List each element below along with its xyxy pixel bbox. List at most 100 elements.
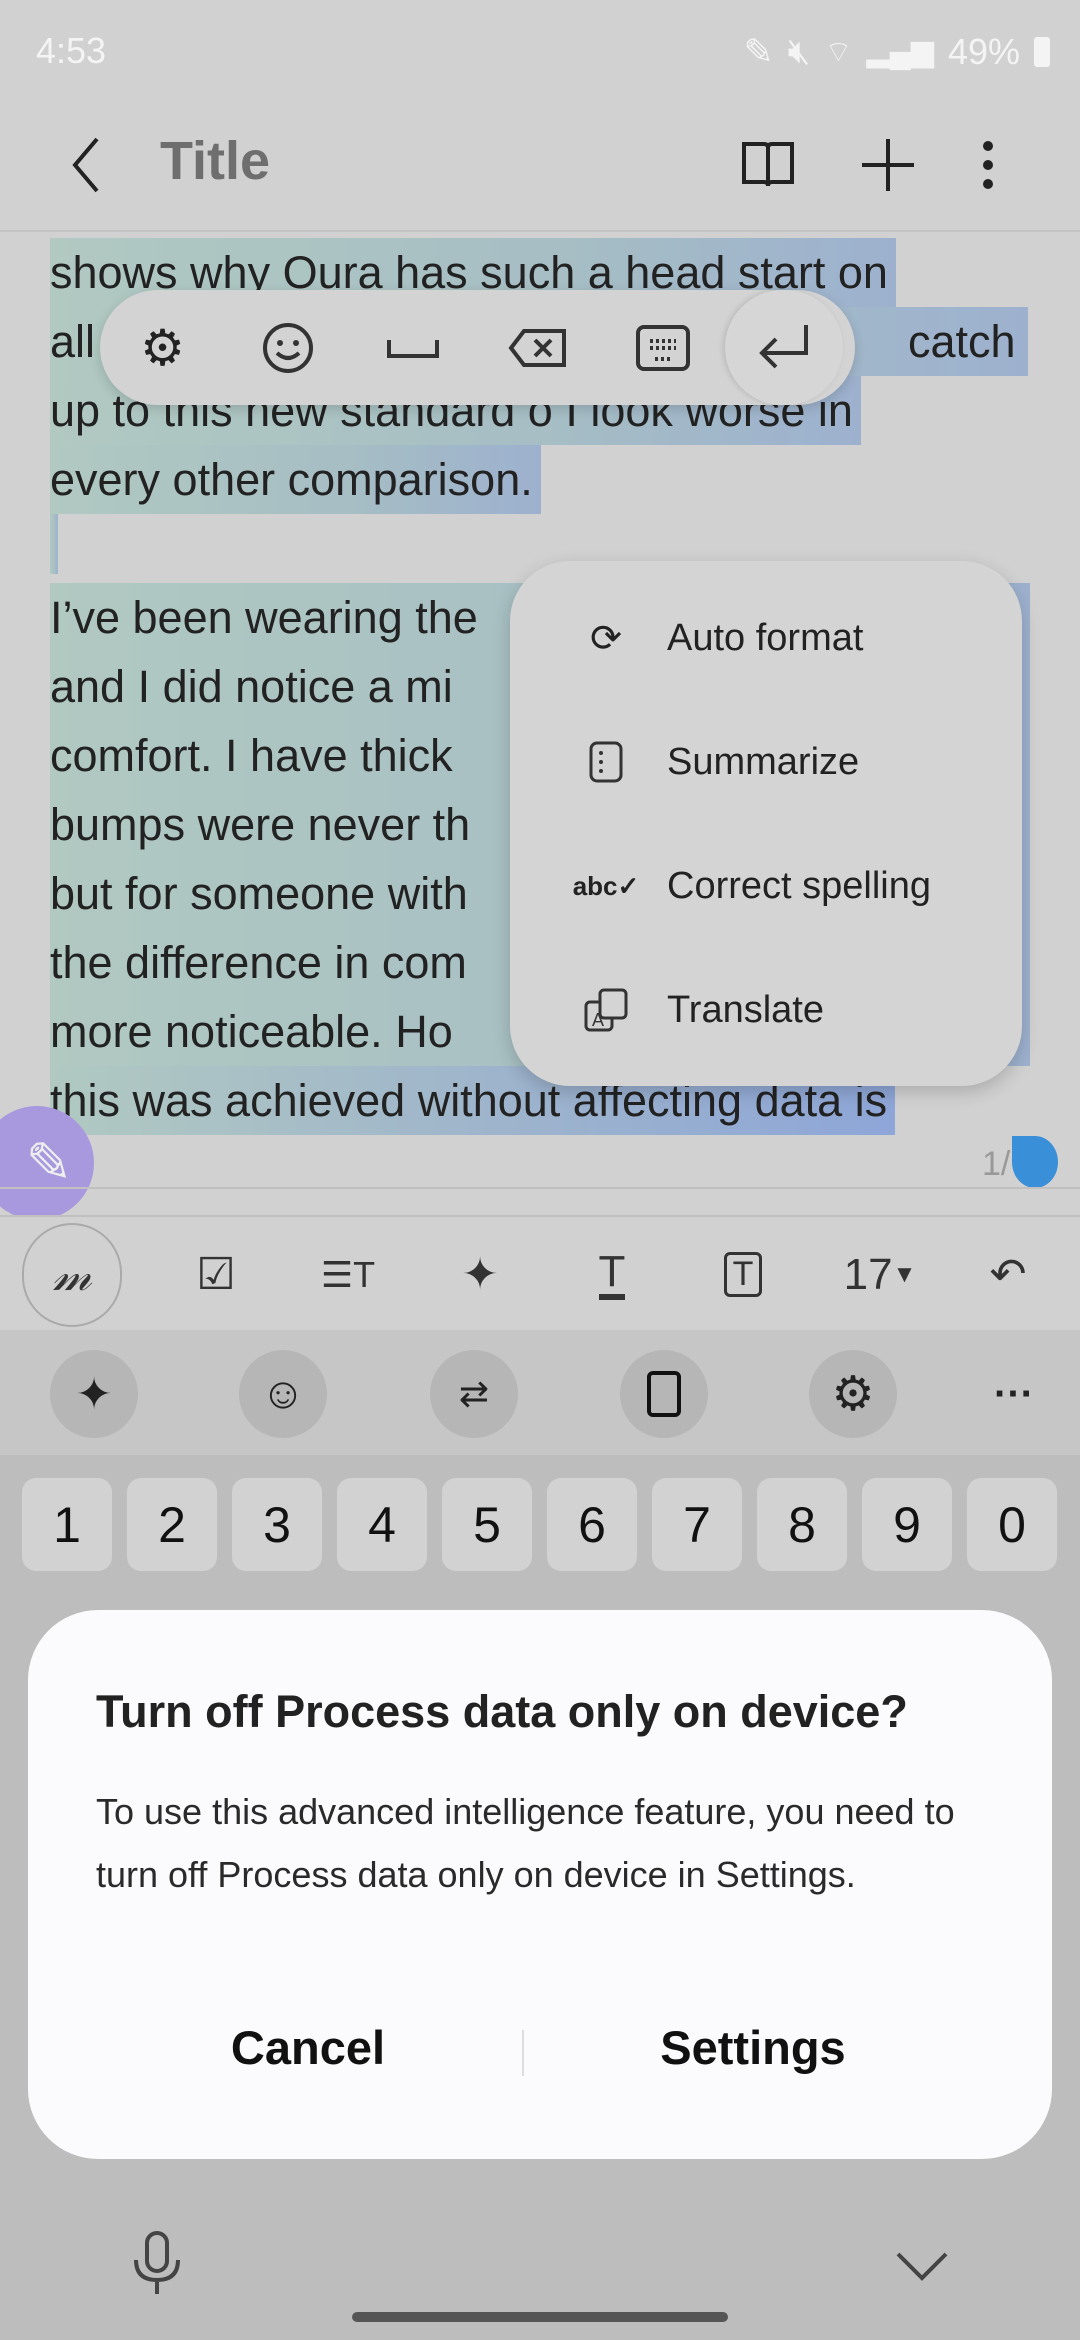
- more-vertical-icon: [983, 141, 993, 189]
- floating-keyboard-toolbar: ⚙: [100, 290, 855, 405]
- svg-text:A: A: [592, 1010, 604, 1030]
- spellcheck-icon: abc✓: [572, 870, 640, 901]
- translate-button[interactable]: ⇄: [430, 1350, 518, 1438]
- ai-assist-button[interactable]: ✦: [430, 1217, 530, 1332]
- checkbox-icon: ☑: [196, 1250, 236, 1299]
- chevron-down-icon: [896, 2252, 948, 2281]
- clipboard-button[interactable]: [620, 1350, 708, 1438]
- enter-button[interactable]: [725, 290, 843, 405]
- key-2[interactable]: 2: [127, 1478, 217, 1571]
- key-4[interactable]: 4: [337, 1478, 427, 1571]
- key-1[interactable]: 1: [22, 1478, 112, 1571]
- settings-button[interactable]: ⚙: [100, 290, 225, 405]
- home-indicator[interactable]: [352, 2312, 728, 2322]
- emoji-button[interactable]: [225, 290, 350, 405]
- key-9[interactable]: 9: [862, 1478, 952, 1571]
- text-color-button[interactable]: T: [562, 1217, 662, 1332]
- text-line: all: [50, 316, 96, 367]
- voice-input-button[interactable]: [130, 2230, 184, 2305]
- confirm-dialog: Turn off Process data only on device? To…: [28, 1610, 1052, 2159]
- more-horizontal-icon: ···: [994, 1371, 1034, 1416]
- app-header: Title: [0, 100, 1080, 232]
- microphone-icon: [134, 2231, 180, 2294]
- page-indicator: 1/: [982, 1145, 1011, 1183]
- emoji-button[interactable]: ☺: [239, 1350, 327, 1438]
- text-style-button[interactable]: ☰T: [298, 1217, 398, 1332]
- status-bar: 4:53 ✎ 🔇︎ ⌔ ▂▄▆ 49%: [0, 0, 1080, 100]
- selection-handle[interactable]: [1012, 1136, 1058, 1188]
- page-title[interactable]: Title: [160, 130, 270, 192]
- backspace-button[interactable]: [475, 290, 600, 405]
- more-button[interactable]: ···: [970, 1350, 1058, 1438]
- menu-item-summarize[interactable]: Summarize: [510, 707, 1022, 817]
- handwriting-button[interactable]: 𝓂: [22, 1222, 122, 1327]
- cancel-button[interactable]: Cancel: [88, 2020, 528, 2075]
- back-icon: [72, 137, 99, 193]
- translate-icon: ⇄: [458, 1373, 490, 1414]
- translate-icon: A: [576, 988, 636, 1032]
- space-button[interactable]: [350, 290, 475, 405]
- enter-icon: [759, 324, 808, 368]
- checkbox-button[interactable]: ☑: [166, 1217, 266, 1332]
- dropdown-arrow-icon: ▼: [892, 1260, 917, 1288]
- menu-item-label: Auto format: [667, 616, 864, 659]
- gear-icon: ⚙: [831, 1368, 875, 1421]
- text-line: catch: [908, 316, 1016, 367]
- status-icons: ✎ 🔇︎ ⌔ ▂▄▆ 49%: [743, 30, 1050, 73]
- key-0[interactable]: 0: [967, 1478, 1057, 1571]
- key-5[interactable]: 5: [442, 1478, 532, 1571]
- format-toolbar: 𝓂 ☑ ☰T ✦ T T 17 ▼ ↶: [0, 1215, 1080, 1330]
- reading-mode-button[interactable]: [733, 130, 803, 200]
- galaxy-ai-button[interactable]: ✦: [50, 1350, 138, 1438]
- font-size-dropdown[interactable]: 17 ▼: [820, 1217, 940, 1332]
- key-7[interactable]: 7: [652, 1478, 742, 1571]
- text-color-icon: T: [598, 1249, 626, 1300]
- space-icon: [386, 339, 439, 358]
- menu-item-auto-format[interactable]: ⟳ Auto format: [510, 583, 1022, 693]
- keyboard-icon: [635, 324, 690, 371]
- emoji-icon: [262, 322, 313, 373]
- plus-icon: [862, 139, 914, 191]
- more-options-button[interactable]: [953, 130, 1023, 200]
- sparkle-icon: ✦: [461, 1250, 499, 1299]
- font-size-value: 17: [843, 1249, 893, 1299]
- mute-icon: 🔇︎: [787, 30, 811, 71]
- text-line: [50, 514, 58, 574]
- menu-item-correct-spelling[interactable]: abc✓ Correct spelling: [510, 831, 1022, 941]
- key-8[interactable]: 8: [757, 1478, 847, 1571]
- keyboard-button[interactable]: [600, 290, 725, 405]
- clipboard-icon: [647, 1371, 681, 1417]
- highlight-icon: T: [723, 1252, 763, 1297]
- hide-keyboard-button[interactable]: [895, 2250, 949, 2289]
- emoji-icon: ☺: [260, 1369, 306, 1418]
- menu-item-translate[interactable]: A Translate: [510, 955, 1022, 1065]
- divider: [0, 1187, 1080, 1189]
- key-6[interactable]: 6: [547, 1478, 637, 1571]
- settings-button[interactable]: Settings: [533, 2020, 973, 2075]
- backspace-icon: [507, 328, 566, 367]
- menu-item-label: Translate: [667, 988, 824, 1031]
- highlight-button[interactable]: T: [693, 1217, 793, 1332]
- keyboard-toolbar: ✦ ☺ ⇄ ⚙ ···: [0, 1330, 1080, 1455]
- wifi-icon: ⌔: [824, 35, 853, 69]
- undo-icon: ↶: [989, 1250, 1027, 1299]
- key-3[interactable]: 3: [232, 1478, 322, 1571]
- back-button[interactable]: [52, 130, 122, 200]
- auto-format-icon: ⟳: [590, 617, 622, 660]
- undo-button[interactable]: ↶: [958, 1217, 1058, 1332]
- add-button[interactable]: [853, 130, 923, 200]
- summarize-icon: [576, 741, 636, 783]
- pen-icon: ✎: [743, 30, 774, 72]
- signal-icon: ▂▄▆: [866, 35, 934, 68]
- text-style-icon: ☰T: [320, 1253, 376, 1295]
- ai-context-menu: ⟳ Auto format Summarize abc✓ Correct spell…: [510, 561, 1022, 1086]
- keyboard-settings-button[interactable]: ⚙: [809, 1350, 897, 1438]
- dialog-message: To use this advanced intelligence featur…: [96, 1791, 955, 1895]
- menu-item-label: Correct spelling: [667, 864, 931, 907]
- text-line: every other comparison.: [50, 445, 541, 514]
- gear-icon: ⚙: [140, 319, 185, 376]
- menu-item-label: Summarize: [667, 740, 860, 783]
- status-time: 4:53: [36, 30, 107, 71]
- dialog-title: Turn off Process data only on device?: [96, 1686, 908, 1737]
- button-divider: [522, 2030, 524, 2076]
